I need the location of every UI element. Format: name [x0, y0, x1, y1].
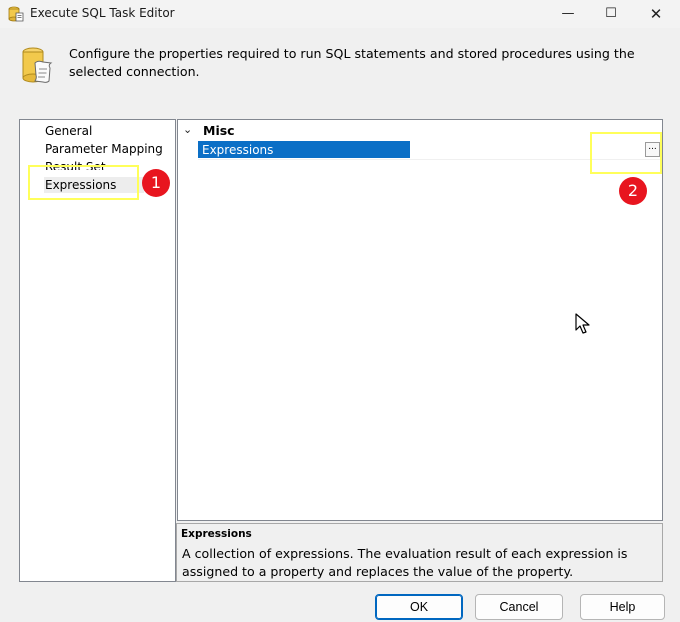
- description-text: A collection of expressions. The evaluat…: [182, 546, 628, 579]
- maximize-button[interactable]: ☐: [600, 4, 622, 24]
- database-scroll-icon: [22, 47, 53, 83]
- header-description: Configure the properties required to run…: [69, 46, 635, 79]
- step-badge-2: 2: [619, 177, 647, 205]
- property-row-expressions[interactable]: Expressions: [198, 141, 662, 160]
- ellipsis-button[interactable]: ...: [645, 142, 660, 157]
- ok-button[interactable]: OK: [375, 594, 463, 620]
- sql-task-icon: [8, 6, 24, 22]
- nav-item-general[interactable]: General: [45, 123, 92, 139]
- step-badge-1: 1: [142, 169, 170, 197]
- category-row-misc[interactable]: ⌄ Misc: [178, 122, 662, 140]
- cancel-button[interactable]: Cancel: [475, 594, 563, 620]
- title-bar: Execute SQL Task Editor — ☐ ✕: [0, 0, 680, 28]
- help-button[interactable]: Help: [580, 594, 665, 620]
- nav-item-parameter-mapping[interactable]: Parameter Mapping: [45, 141, 163, 157]
- minimize-button[interactable]: —: [557, 4, 579, 24]
- close-button[interactable]: ✕: [645, 4, 667, 24]
- nav-item-result-set[interactable]: Result Set: [45, 159, 106, 170]
- window-title: Execute SQL Task Editor: [30, 6, 175, 20]
- nav-item-expressions[interactable]: Expressions: [44, 177, 145, 193]
- mouse-cursor-icon: [575, 313, 590, 334]
- description-title: Expressions: [181, 528, 252, 540]
- category-label: Misc: [203, 123, 235, 138]
- chevron-down-icon[interactable]: ⌄: [183, 123, 192, 136]
- property-name[interactable]: Expressions: [198, 141, 410, 158]
- description-panel: Expressions A collection of expressions.…: [176, 523, 663, 582]
